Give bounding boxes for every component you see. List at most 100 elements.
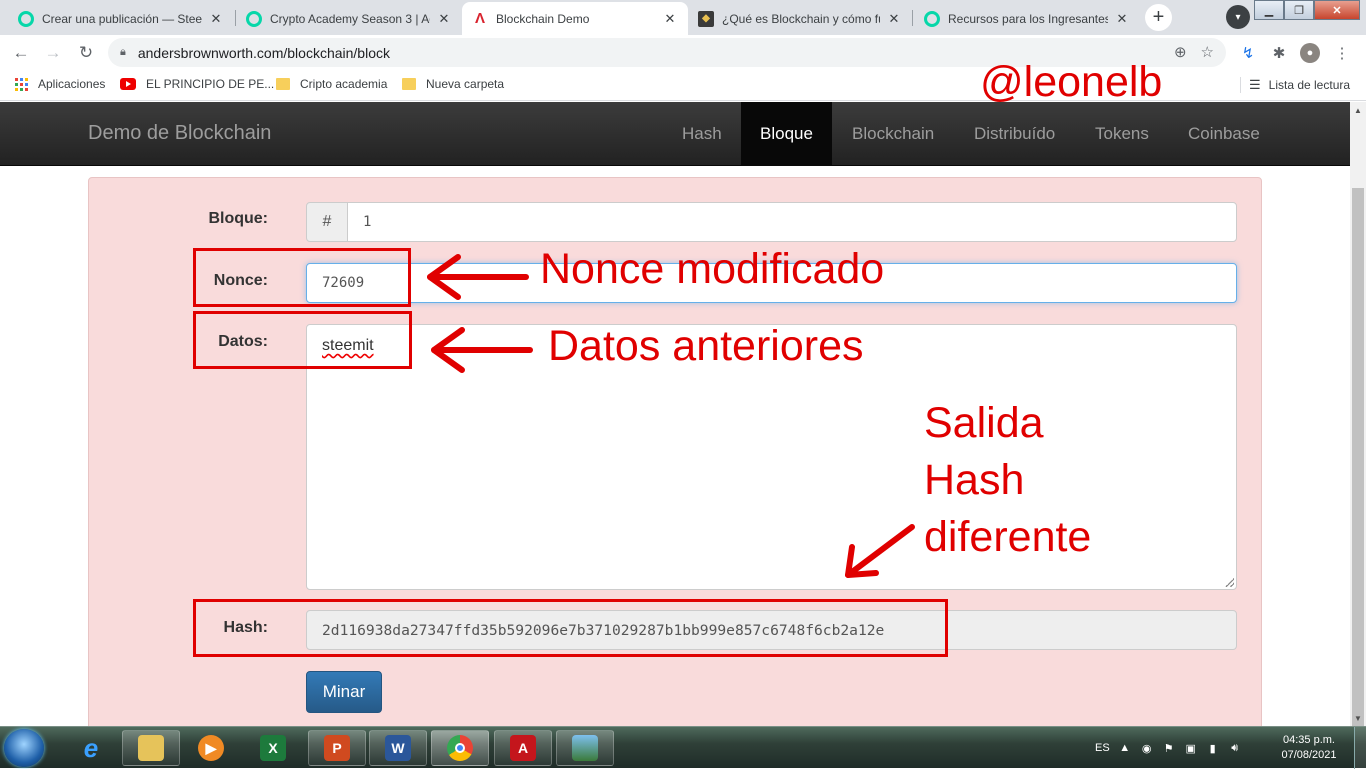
window-controls: ▁ ❐ ✕	[1254, 0, 1360, 20]
new-tab-button[interactable]: +	[1145, 4, 1172, 31]
chrome-tray-icon[interactable]: ◉	[1140, 741, 1154, 755]
nav-tokens[interactable]: Tokens	[1076, 102, 1168, 166]
taskbar-chrome[interactable]	[431, 730, 489, 766]
nonce-highlight-box	[193, 248, 411, 307]
taskbar-explorer[interactable]	[122, 730, 180, 766]
reload-icon[interactable]: ↻	[75, 42, 97, 64]
show-desktop-button[interactable]	[1354, 727, 1366, 769]
hash-annotation-line2: Hash	[924, 456, 1025, 504]
page-scrollbar[interactable]: ▲ ▼	[1350, 102, 1366, 768]
nav-bloque[interactable]: Bloque	[741, 102, 832, 166]
media-player-icon: ▶	[198, 735, 224, 761]
close-tab-icon[interactable]: ✕	[436, 11, 452, 27]
bookmark-star-icon[interactable]: ☆	[1201, 43, 1214, 61]
start-button[interactable]	[4, 729, 44, 767]
block-number-addon: #	[306, 202, 348, 242]
block-label: Bloque:	[208, 210, 268, 227]
tab-recursos[interactable]: Recursos para los Ingresantes ✕	[914, 2, 1140, 35]
tab-separator	[912, 10, 913, 26]
nav-hash[interactable]: Hash	[663, 102, 741, 166]
youtube-icon	[120, 78, 136, 90]
show-hidden-icons-icon[interactable]: ▲	[1118, 741, 1132, 755]
folder-icon	[402, 78, 416, 90]
url-text: andersbrownworth.com/blockchain/block	[137, 44, 390, 61]
photo-viewer-icon	[572, 735, 598, 761]
back-icon[interactable]: ←	[10, 42, 32, 64]
profile-avatar-icon[interactable]: ●	[1300, 43, 1320, 63]
clock-date: 07/08/2021	[1281, 749, 1337, 761]
site-brand[interactable]: Demo de Blockchain	[88, 122, 271, 145]
bookmark-apps[interactable]: Aplicaciones	[15, 77, 105, 91]
nav-distribuido[interactable]: Distribuído	[955, 102, 1074, 166]
taskbar-clock[interactable]: 04:35 p.m. 07/08/2021	[1276, 733, 1342, 763]
signal-icon[interactable]: ▮	[1206, 741, 1220, 755]
tab-title: Recursos para los Ingresantes	[948, 11, 1108, 26]
tab-title: Crear una publicación — Steemit	[42, 11, 202, 26]
language-indicator[interactable]: ES	[1095, 742, 1110, 754]
taskbar-ie[interactable]: e	[62, 730, 120, 766]
taskbar-excel[interactable]: X	[244, 730, 302, 766]
bookmark-cripto-academia[interactable]: Cripto academia	[276, 77, 387, 91]
block-number-input[interactable]: 1	[347, 202, 1237, 242]
site-navbar: Demo de Blockchain Hash Bloque Blockchai…	[0, 102, 1350, 166]
hash-annotation-line1: Salida	[924, 399, 1044, 447]
tab-crypto-academy[interactable]: Crypto Academy Season 3 | Ad ✕	[236, 2, 462, 35]
nav-coinbase[interactable]: Coinbase	[1169, 102, 1279, 166]
tab-steemit-post[interactable]: Crear una publicación — Steemit ✕	[8, 2, 234, 35]
bookmark-youtube[interactable]: EL PRINCIPIO DE PE...	[120, 77, 274, 91]
device-icon[interactable]: ▣	[1184, 741, 1198, 755]
extension-icon[interactable]: ↯	[1238, 43, 1258, 63]
anders-logo-icon: Λ	[474, 10, 485, 27]
minimize-icon[interactable]: ▁	[1254, 0, 1284, 20]
maximize-icon[interactable]: ❐	[1284, 0, 1314, 20]
close-tab-icon[interactable]: ✕	[662, 11, 678, 27]
taskbar-photos[interactable]	[556, 730, 614, 766]
nav-blockchain[interactable]: Blockchain	[833, 102, 953, 166]
close-tab-icon[interactable]: ✕	[886, 11, 902, 27]
chrome-menu-icon[interactable]: ⋮	[1332, 43, 1352, 63]
windows-taskbar: e ▶ X P W A ES ▲ ◉ ⚑ ▣ ▮ 🔊︎ 04:35 p.m. 0…	[0, 726, 1366, 769]
tab-search-dropdown-icon[interactable]: ▾	[1226, 5, 1250, 29]
steemit-favicon-icon	[924, 10, 940, 27]
mine-button[interactable]: Minar	[306, 671, 382, 713]
tab-title: Crypto Academy Season 3 | Ad	[270, 11, 430, 26]
resize-handle-icon[interactable]	[1225, 578, 1234, 587]
volume-icon[interactable]: 🔊︎	[1228, 741, 1242, 755]
lock-icon: 🔒︎	[120, 46, 126, 58]
reading-list-icon: ☰	[1249, 77, 1261, 92]
powerpoint-icon: P	[324, 735, 350, 761]
scroll-down-icon[interactable]: ▼	[1350, 710, 1366, 726]
scroll-up-icon[interactable]: ▲	[1350, 102, 1366, 118]
bookmark-nueva-carpeta[interactable]: Nueva carpeta	[402, 77, 504, 91]
flag-icon[interactable]: ⚑	[1162, 741, 1176, 755]
data-annotation: Datos anteriores	[548, 322, 864, 370]
site-favicon-icon: ◆	[698, 10, 714, 27]
acrobat-icon: A	[510, 735, 536, 761]
scrollbar-thumb[interactable]	[1352, 188, 1364, 768]
zoom-icon[interactable]: ⊕	[1174, 43, 1187, 61]
window-close-icon[interactable]: ✕	[1314, 0, 1360, 20]
nonce-annotation: Nonce modificado	[540, 245, 885, 293]
tab-blockchain-demo[interactable]: Λ Blockchain Demo ✕	[462, 2, 688, 35]
steemit-favicon-icon	[246, 10, 262, 27]
internet-explorer-icon: e	[83, 732, 99, 763]
taskbar-powerpoint[interactable]: P	[308, 730, 366, 766]
tab-strip: Crear una publicación — Steemit ✕ Crypto…	[0, 0, 1366, 35]
tab-title: Blockchain Demo	[496, 11, 590, 26]
extensions-puzzle-icon[interactable]: ✱	[1269, 43, 1289, 63]
close-tab-icon[interactable]: ✕	[1114, 11, 1130, 27]
forward-icon[interactable]: →	[42, 42, 64, 64]
taskbar-word[interactable]: W	[369, 730, 427, 766]
hash-annotation-line3: diferente	[924, 513, 1092, 561]
taskbar-media[interactable]: ▶	[182, 730, 240, 766]
word-icon: W	[385, 735, 411, 761]
clock-time: 04:35 p.m.	[1283, 734, 1335, 746]
steemit-favicon-icon	[18, 10, 34, 27]
close-tab-icon[interactable]: ✕	[208, 11, 224, 27]
hash-highlight-box	[193, 599, 948, 657]
reading-list-button[interactable]: ☰ Lista de lectura	[1240, 77, 1350, 93]
taskbar-acrobat[interactable]: A	[494, 730, 552, 766]
data-highlight-box	[193, 311, 412, 369]
tab-que-es-blockchain[interactable]: ◆ ¿Qué es Blockchain y cómo fun ✕	[688, 2, 912, 35]
folder-icon	[276, 78, 290, 90]
